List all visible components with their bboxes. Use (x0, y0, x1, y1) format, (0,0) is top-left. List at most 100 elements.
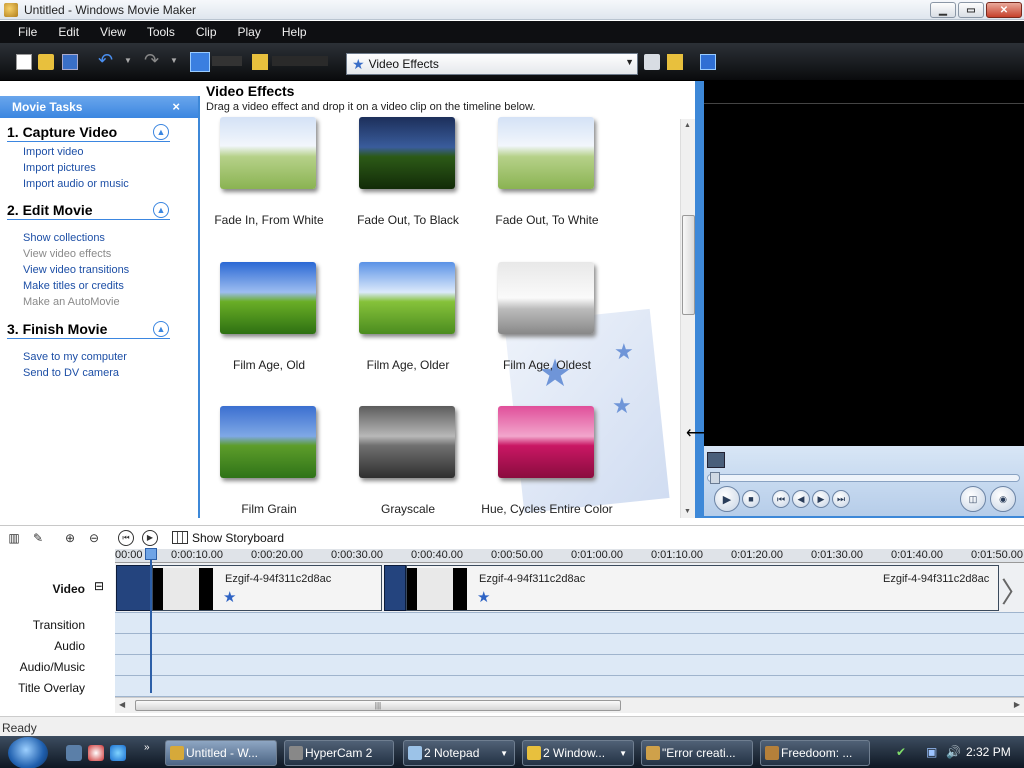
effect-film-age-oldest[interactable]: Film Age, Oldest (480, 262, 630, 382)
transition-track[interactable] (115, 613, 1024, 634)
taskbar-item-windows[interactable]: 2 Window... ▼ (522, 740, 634, 766)
taskbar-item-hypercam[interactable]: HyperCam 2 (284, 740, 394, 766)
storyboard-icon[interactable] (172, 531, 188, 544)
audio-track[interactable] (115, 634, 1024, 655)
media-player-icon[interactable] (88, 745, 104, 761)
scroll-up-icon[interactable]: ▲ (684, 122, 691, 129)
track-label-title-overlay[interactable]: Title Overlay (18, 681, 85, 695)
scrollbar-thumb[interactable]: ||| (135, 700, 621, 711)
timeline-clip[interactable]: Ezgif-4-94f311c2d8ac ★ (152, 565, 382, 611)
collections-dropdown[interactable]: ★ Video Effects ▼ (346, 53, 638, 75)
menu-tools[interactable]: Tools (147, 25, 175, 39)
section-header[interactable]: 2. Edit Movie ▲ (7, 202, 170, 220)
start-button[interactable] (8, 737, 48, 768)
stop-icon[interactable]: ■ (742, 490, 760, 508)
collections-button-label[interactable] (272, 56, 328, 66)
tasks-icon[interactable] (190, 52, 210, 72)
taskbar-item-notepad[interactable]: 2 Notepad ▼ (403, 740, 515, 766)
maximize-button[interactable]: ▭ (958, 2, 984, 18)
taskbar-item-freedoom[interactable]: Freedoom: ... (760, 740, 870, 766)
redo-icon[interactable]: ↷ (144, 50, 160, 70)
effect-fade-out-to-black[interactable]: Fade Out, To Black (341, 117, 491, 237)
task-make-titles[interactable]: Make titles or credits (23, 278, 170, 294)
effect-film-grain[interactable]: Film Grain (202, 406, 352, 518)
collapse-icon[interactable]: ▲ (153, 321, 169, 337)
task-import-video[interactable]: Import video (23, 144, 170, 160)
timeline-scrollbar[interactable]: ◀ ||| ▶ (115, 697, 1024, 713)
new-project-icon[interactable] (16, 54, 32, 70)
clip-title-card[interactable] (384, 565, 406, 611)
effect-fade-in-from-white[interactable]: Fade In, From White (202, 117, 352, 237)
effect-grayscale[interactable]: Grayscale (341, 406, 491, 518)
volume-icon[interactable]: 🔊 (946, 745, 961, 759)
title-overlay-track[interactable] (115, 676, 1024, 697)
scrollbar-thumb[interactable] (682, 215, 695, 315)
clock[interactable]: 2:32 PM (966, 745, 1011, 759)
open-project-icon[interactable] (38, 54, 54, 70)
network-icon[interactable]: ✔ (896, 745, 906, 759)
new-folder-icon[interactable] (667, 54, 683, 70)
task-import-audio[interactable]: Import audio or music (23, 176, 170, 192)
track-label-audio[interactable]: Audio (54, 639, 85, 653)
seek-bar[interactable] (707, 474, 1020, 482)
timeline-clip[interactable]: Ezgif-4-94f311c2d8ac ★ Ezgif-4-94f311c2d… (406, 565, 999, 611)
task-send-to-dv[interactable]: Send to DV camera (23, 365, 170, 381)
scroll-down-icon[interactable]: ▼ (684, 508, 691, 515)
taskbar-item-movie-maker[interactable]: Untitled - W... (165, 740, 277, 766)
previous-frame-icon[interactable]: ⏮ (772, 490, 790, 508)
collapse-track-icon[interactable]: ⊟ (94, 579, 104, 593)
clip-title-card[interactable] (116, 565, 152, 611)
display-icon[interactable]: ▣ (926, 745, 937, 759)
task-save-to-computer[interactable]: Save to my computer (23, 349, 170, 365)
timeline-ruler[interactable]: 00:00 0:00:10.00 0:00:20.00 0:00:30.00 0… (115, 549, 1024, 563)
video-track[interactable]: Ezgif-4-94f311c2d8ac ★ Ezgif-4-94f311c2d… (115, 563, 1024, 613)
effect-film-age-old[interactable]: Film Age, Old (202, 262, 352, 382)
menu-help[interactable]: Help (282, 25, 307, 39)
undo-dropdown-icon[interactable]: ▼ (124, 56, 140, 72)
set-audio-levels-icon[interactable]: ▥ (6, 530, 22, 546)
audio-music-track[interactable] (115, 655, 1024, 676)
narrate-icon[interactable]: ✎ (30, 530, 46, 546)
view-options-icon[interactable] (700, 54, 716, 70)
task-view-video-transitions[interactable]: View video transitions (23, 262, 170, 278)
collapse-icon[interactable]: ▲ (153, 124, 169, 140)
track-label-audio-music[interactable]: Audio/Music (20, 660, 85, 674)
effect-hue-cycles[interactable]: Hue, Cycles Entire Color Spectrum (480, 406, 630, 518)
playhead-handle[interactable] (145, 548, 157, 560)
fullscreen-icon[interactable] (707, 452, 725, 468)
menu-edit[interactable]: Edit (58, 25, 79, 39)
effect-film-age-older[interactable]: Film Age, Older (341, 262, 491, 382)
collapse-icon[interactable]: ▲ (153, 202, 169, 218)
redo-dropdown-icon[interactable]: ▼ (170, 56, 186, 72)
take-picture-icon[interactable]: ◉ (990, 486, 1016, 512)
show-desktop-icon[interactable] (66, 745, 82, 761)
rewind-icon[interactable]: ◀ (792, 490, 810, 508)
track-label-transition[interactable]: Transition (33, 618, 85, 632)
zoom-in-icon[interactable]: ⊕ (62, 530, 78, 546)
menu-play[interactable]: Play (238, 25, 261, 39)
scroll-right-icon[interactable]: ▶ (1014, 700, 1020, 709)
effect-fade-out-to-white[interactable]: Fade Out, To White (480, 117, 630, 237)
section-header[interactable]: 3. Finish Movie ▲ (7, 321, 170, 339)
collections-icon[interactable] (252, 54, 268, 70)
tasks-button-label[interactable] (212, 56, 242, 66)
taskbar-item-error[interactable]: "Error creati... (641, 740, 753, 766)
save-project-icon[interactable] (62, 54, 78, 70)
rewind-timeline-icon[interactable]: ⏮ (118, 530, 134, 546)
track-label-video[interactable]: Video (53, 582, 85, 596)
movie-maker-app-icon[interactable] (4, 2, 18, 17)
seek-handle[interactable] (710, 472, 720, 484)
task-import-pictures[interactable]: Import pictures (23, 160, 170, 176)
section-header[interactable]: 1. Capture Video ▲ (7, 124, 170, 142)
undo-icon[interactable]: ↶ (98, 50, 114, 70)
internet-explorer-icon[interactable] (110, 745, 126, 761)
split-clip-icon[interactable]: ◫ (960, 486, 986, 512)
show-storyboard-button[interactable]: Show Storyboard (192, 531, 284, 545)
next-frame-icon[interactable]: ⏭ (832, 490, 850, 508)
play-timeline-icon[interactable]: ▶ (142, 530, 158, 546)
effects-scrollbar[interactable]: ▲ ▼ (680, 119, 695, 518)
play-icon[interactable]: ▶ (714, 486, 740, 512)
menu-file[interactable]: File (18, 25, 37, 39)
close-pane-icon[interactable]: × (172, 99, 180, 114)
more-quicklaunch-icon[interactable]: » (144, 742, 150, 753)
